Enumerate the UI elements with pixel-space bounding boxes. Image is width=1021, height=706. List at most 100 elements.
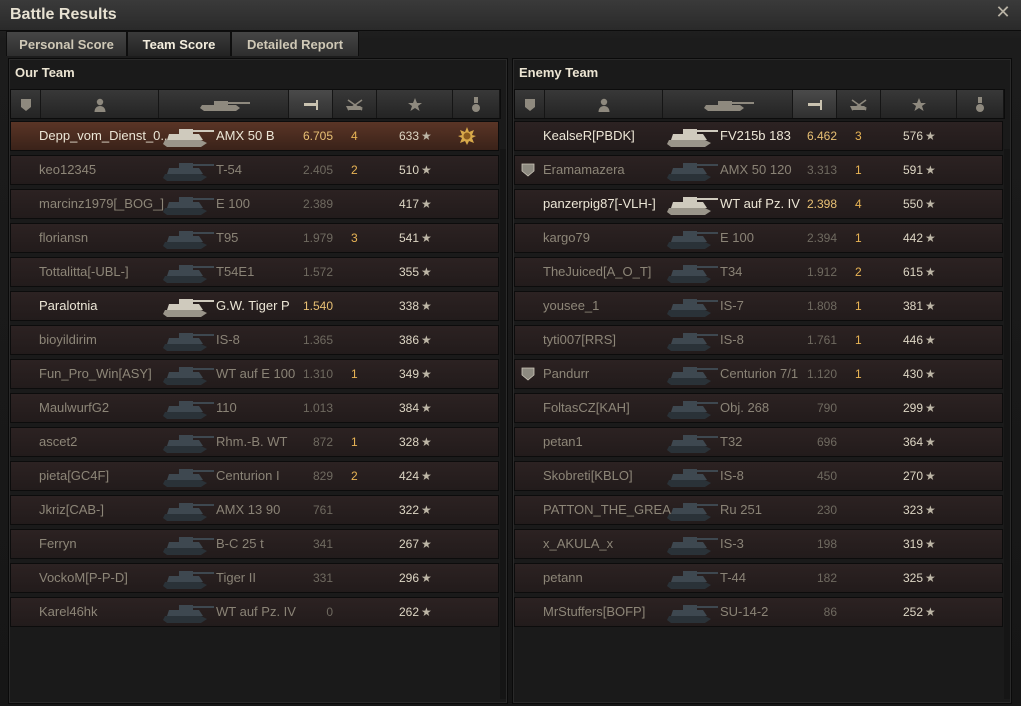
damage-value: 1.761: [806, 333, 837, 347]
vehicle-name: WT auf Pz. IV: [216, 604, 296, 619]
player-row[interactable]: Pandurr Centurion 7/1 1.120 1 430 ★: [514, 359, 1003, 389]
player-row[interactable]: ascet2 Rhm.-B. WT 872 1 328 ★: [10, 427, 499, 457]
damage-value: 2.394: [806, 231, 837, 245]
score-value: 424: [398, 469, 419, 483]
header-kills[interactable]: [333, 90, 377, 118]
player-row[interactable]: kargo79 E 100 2.394 1 442 ★: [514, 223, 1003, 253]
player-row[interactable]: Paralotnia G.W. Tiger P 1.540 338 ★: [10, 291, 499, 321]
kills-value: 1: [855, 163, 862, 177]
score-value: 338: [398, 299, 419, 313]
our-team-title: Our Team: [15, 65, 75, 80]
player-row[interactable]: x_AKULA_x IS-3 198 319 ★: [514, 529, 1003, 559]
tab-team-score[interactable]: Team Score: [127, 31, 231, 56]
tank-icon: [161, 498, 215, 522]
header-medal[interactable]: [957, 90, 1004, 118]
player-row[interactable]: VockoM[P-P-D] Tiger II 331 296 ★: [10, 563, 499, 593]
score-value: 296: [398, 571, 419, 585]
tank-icon: [665, 498, 719, 522]
score-value: 325: [902, 571, 923, 585]
header-player[interactable]: [41, 90, 159, 118]
score-value: 541: [398, 231, 419, 245]
score-value: 576: [902, 129, 923, 143]
kills-value: 2: [855, 265, 862, 279]
tank-icon: [665, 430, 719, 454]
player-row[interactable]: KealseR[PBDK] FV215b 183 6.462 3 576 ★: [514, 121, 1003, 151]
player-row[interactable]: Jkriz[CAB-] AMX 13 90 761 322 ★: [10, 495, 499, 525]
header-squad[interactable]: [515, 90, 545, 118]
kills-value: 4: [351, 129, 358, 143]
player-name: Pandurr: [543, 366, 590, 381]
player-row[interactable]: bioyildirim IS-8 1.365 386 ★: [10, 325, 499, 355]
vehicle-name: 110: [216, 400, 237, 415]
medal-icon: [453, 96, 499, 113]
tank-icon: [665, 226, 719, 250]
player-row[interactable]: floriansn T95 1.979 3 541 ★: [10, 223, 499, 253]
player-row[interactable]: TheJuiced[A_O_T] T34 1.912 2 615 ★: [514, 257, 1003, 287]
player-name: Tottalitta[-UBL-]: [39, 264, 129, 279]
vehicle-name: IS-8: [216, 332, 240, 347]
player-name: floriansn: [39, 230, 89, 245]
tab-personal-score[interactable]: Personal Score: [6, 31, 127, 56]
star-icon: ★: [925, 299, 936, 313]
header-damage[interactable]: [289, 90, 333, 118]
header-player[interactable]: [545, 90, 663, 118]
vehicle-name: WT auf Pz. IV: [720, 196, 800, 211]
star-icon: ★: [925, 265, 936, 279]
scrollbar[interactable]: [1004, 149, 1010, 699]
player-row[interactable]: Eramamazera AMX 50 120 3.313 1 591 ★: [514, 155, 1003, 185]
close-icon[interactable]: ✕: [995, 3, 1011, 21]
vehicle-name: T32: [720, 434, 743, 449]
score-value: 550: [902, 197, 923, 211]
header-kills[interactable]: [837, 90, 881, 118]
player-row[interactable]: MrStuffers[BOFP] SU-14-2 86 252 ★: [514, 597, 1003, 627]
kills-value: 3: [351, 231, 358, 245]
player-row[interactable]: tyti007[RRS] IS-8 1.761 1 446 ★: [514, 325, 1003, 355]
player-row[interactable]: yousee_1 IS-7 1.808 1 381 ★: [514, 291, 1003, 321]
player-row[interactable]: MaulwurfG2 110 1.013 384 ★: [10, 393, 499, 423]
damage-value: 1.540: [302, 299, 333, 313]
player-row[interactable]: pieta[GC4F] Centurion I 829 2 424 ★: [10, 461, 499, 491]
player-row[interactable]: marcinz1979[_BOG_] E 100 2.389 417 ★: [10, 189, 499, 219]
header-squad[interactable]: [11, 90, 41, 118]
platoon-shield-icon: [521, 163, 535, 177]
player-row[interactable]: Depp_vom_Dienst_0.. AMX 50 B 6.705 4 633 ★: [10, 121, 499, 151]
player-row[interactable]: petan1 T32 696 364 ★: [514, 427, 1003, 457]
header-star[interactable]: [881, 90, 957, 118]
kills-icon: [333, 96, 376, 112]
player-row[interactable]: panzerpig87[-VLH-] WT auf Pz. IV 2.398 4 550…: [514, 189, 1003, 219]
star-icon: ★: [421, 605, 432, 619]
player-name: Karel46hk: [39, 604, 98, 619]
vehicle-name: Centurion I: [216, 468, 280, 483]
player-icon: [41, 96, 158, 113]
player-name: panzerpig87[-VLH-]: [543, 196, 656, 211]
player-row[interactable]: Skobreti[KBLO] IS-8 450 270 ★: [514, 461, 1003, 491]
header-tank[interactable]: [159, 90, 289, 118]
tank-icon: [161, 396, 215, 420]
player-name: pieta[GC4F]: [39, 468, 110, 483]
header-star[interactable]: [377, 90, 453, 118]
kills-value: 1: [855, 299, 862, 313]
tank-icon: [161, 260, 215, 284]
player-name: MaulwurfG2: [39, 400, 110, 415]
scrollbar[interactable]: [500, 149, 506, 699]
tank-icon: [665, 362, 719, 386]
tab-detailed-report[interactable]: Detailed Report: [231, 31, 359, 56]
header-damage[interactable]: [793, 90, 837, 118]
header-tank[interactable]: [663, 90, 793, 118]
player-row[interactable]: Fun_Pro_Win[ASY] WT auf E 100 1.310 1 349 ★: [10, 359, 499, 389]
player-row[interactable]: Ferryn B-C 25 t 341 267 ★: [10, 529, 499, 559]
score-value: 381: [902, 299, 923, 313]
player-row[interactable]: Karel46hk WT auf Pz. IV 0 262 ★: [10, 597, 499, 627]
player-row[interactable]: Tottalitta[-UBL-] T54E1 1.572 355 ★: [10, 257, 499, 287]
our-team-panel: Our Team Depp_vom_Dienst_0.. AMX 50 B 6.70…: [8, 58, 508, 704]
player-row[interactable]: PATTON_THE_GREA.. Ru 251 230 323 ★: [514, 495, 1003, 525]
player-row[interactable]: petann T-44 182 325 ★: [514, 563, 1003, 593]
player-row[interactable]: keo12345 T-54 2.405 2 510 ★: [10, 155, 499, 185]
header-medal[interactable]: [453, 90, 500, 118]
vehicle-name: T-44: [720, 570, 747, 585]
player-row[interactable]: FoltasCZ[KAH] Obj. 268 790 299 ★: [514, 393, 1003, 423]
medal-icon[interactable]: [458, 127, 476, 145]
tank-icon: [665, 260, 719, 284]
star-icon: ★: [421, 265, 432, 279]
tank-icon: [161, 464, 215, 488]
